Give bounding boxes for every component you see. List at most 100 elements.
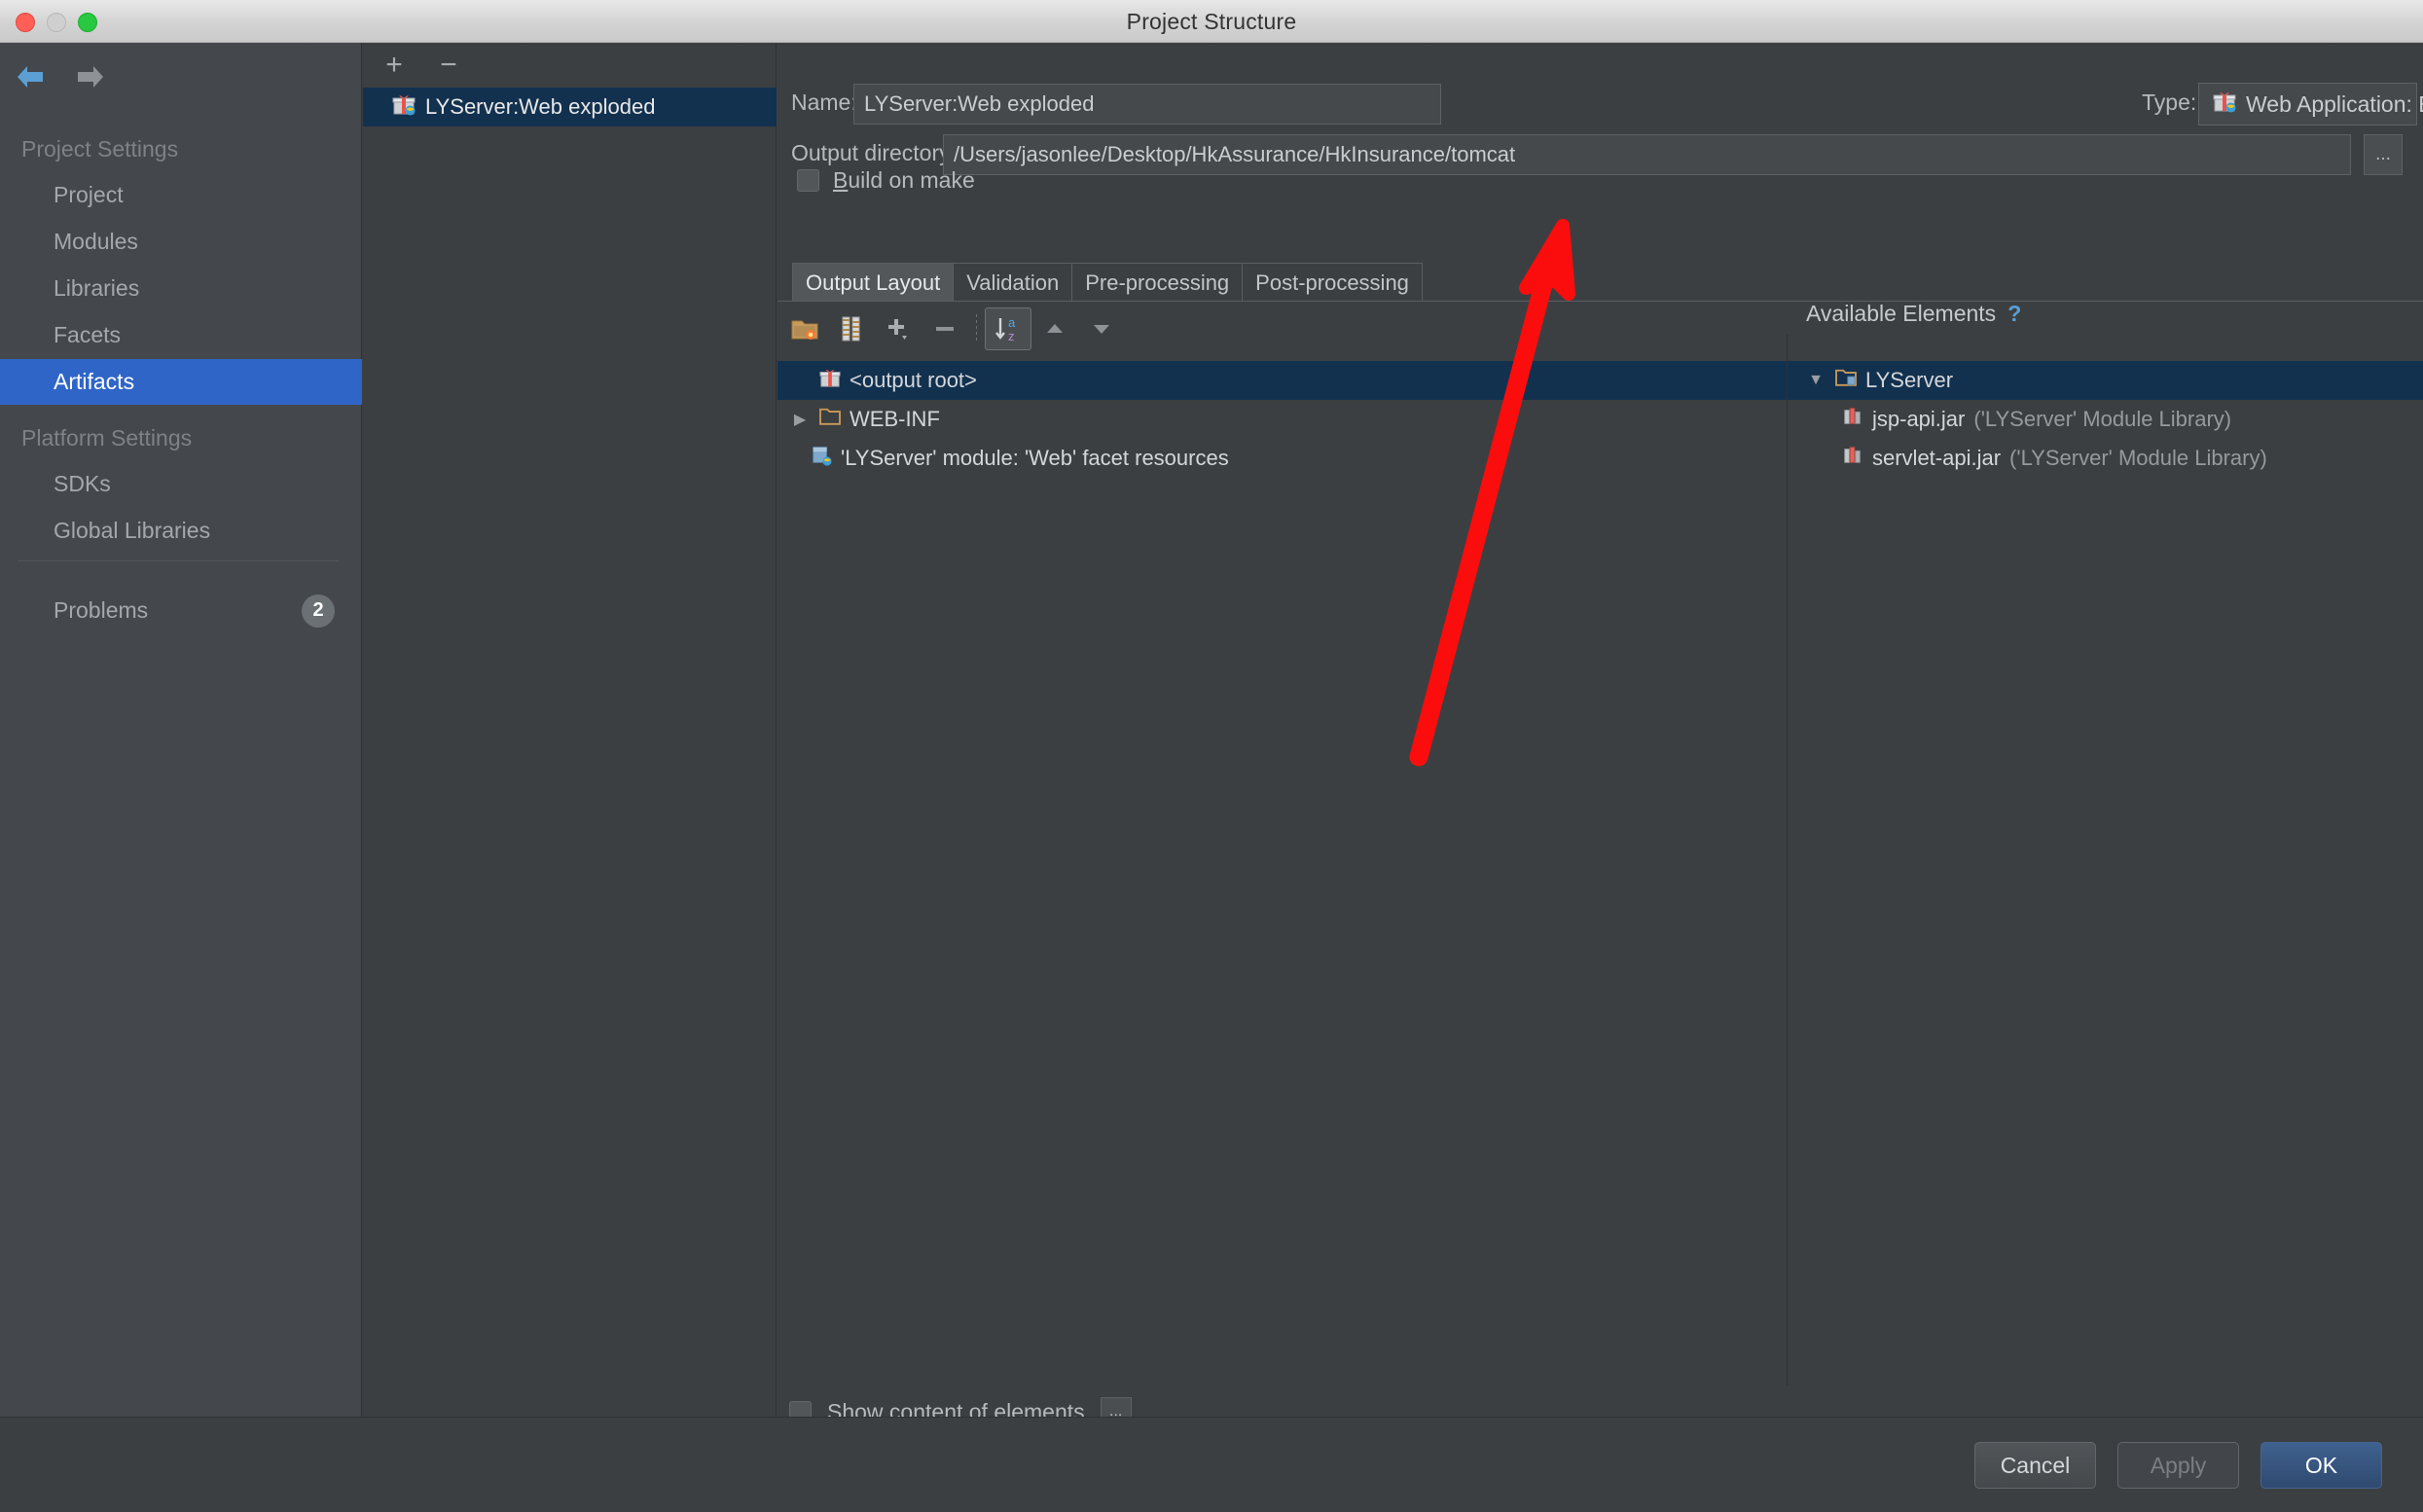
tree-label: servlet-api.jar — [1872, 446, 2002, 470]
navigation-arrows — [14, 62, 107, 91]
tab-post-processing[interactable]: Post-processing — [1242, 263, 1423, 302]
sidebar-item-sdks[interactable]: SDKs — [0, 461, 362, 507]
move-down-icon[interactable] — [1078, 307, 1125, 350]
sort-alphabetically-icon[interactable]: a z — [985, 307, 1031, 350]
sidebar-item-label: Project — [54, 182, 124, 207]
move-up-icon[interactable] — [1031, 307, 1078, 350]
sidebar-item-label: Modules — [54, 229, 138, 254]
tree-label-suffix: ('LYServer' Module Library) — [2009, 446, 2267, 470]
detail-tabs: Output Layout Validation Pre-processing … — [792, 263, 1423, 302]
library-jar-icon — [1842, 445, 1863, 472]
artifact-gift-icon — [819, 367, 841, 394]
cancel-button[interactable]: Cancel — [1974, 1442, 2096, 1489]
available-elements-header: Available Elements ? — [1806, 301, 2021, 327]
output-layout-toolbar: a z — [781, 307, 1125, 350]
browse-output-directory-button[interactable]: ... — [2364, 134, 2403, 175]
tree-row[interactable]: servlet-api.jar ('LYServer' Module Libra… — [1788, 439, 2423, 478]
svg-text:z: z — [1008, 329, 1015, 343]
window-titlebar: Project Structure — [0, 0, 2423, 43]
module-facet-icon — [811, 445, 832, 472]
tree-label-suffix: ('LYServer' Module Library) — [1973, 407, 2232, 431]
tree-label: LYServer — [1865, 368, 1954, 392]
expand-twisty-icon[interactable]: ▶ — [789, 410, 811, 429]
module-folder-icon — [1835, 368, 1857, 393]
artifact-type-select[interactable]: Web Application: Exploded ▼ — [2198, 83, 2423, 126]
window-title: Project Structure — [1126, 9, 1297, 34]
build-on-make-mnemonic: B — [833, 167, 849, 193]
tree-row[interactable]: 'LYServer' module: 'Web' facet resources — [778, 439, 1788, 478]
tree-label: 'LYServer' module: 'Web' facet resources — [841, 446, 1229, 470]
sidebar-item-label: Problems — [54, 597, 149, 623]
tree-label: WEB-INF — [850, 407, 940, 431]
project-structure-dialog: Project Structure Project Settings Proje… — [0, 0, 2423, 1512]
sidebar-item-facets[interactable]: Facets — [0, 312, 362, 358]
output-directory-label: Output directory: — [791, 140, 958, 165]
artifact-gift-icon — [392, 92, 416, 122]
type-row: Type: — [2142, 90, 2196, 116]
sidebar-item-artifacts[interactable]: Artifacts — [0, 359, 362, 405]
name-row: Name: — [791, 90, 857, 116]
artifacts-toolbar: + − — [363, 43, 777, 88]
output-directory-input[interactable]: /Users/jasonlee/Desktop/HkAssurance/HkIn… — [943, 134, 2351, 175]
artifacts-list-panel: + − LYServer:Web exploded — [363, 43, 777, 1417]
tree-row[interactable]: ▶ WEB-INF — [778, 400, 1788, 439]
ok-button[interactable]: OK — [2260, 1442, 2382, 1489]
sidebar-divider — [18, 560, 339, 561]
library-jar-icon — [1842, 406, 1863, 433]
artifact-name-input[interactable]: LYServer:Web exploded — [853, 84, 1441, 125]
sidebar-item-label: Artifacts — [54, 369, 135, 394]
tabs-underline — [778, 301, 2423, 302]
add-directory-icon[interactable] — [781, 307, 828, 350]
toolbar-separator — [976, 314, 977, 343]
tab-label: Post-processing — [1255, 270, 1409, 295]
add-artifact-button[interactable]: + — [380, 51, 408, 80]
apply-button[interactable]: Apply — [2117, 1442, 2239, 1489]
tree-label: jsp-api.jar — [1872, 407, 1966, 431]
tree-row[interactable]: <output root> — [778, 361, 1788, 400]
sidebar-item-problems[interactable]: Problems 2 — [0, 588, 362, 633]
artifact-label: LYServer:Web exploded — [425, 94, 656, 119]
tab-validation[interactable]: Validation — [953, 263, 1073, 302]
tab-label: Validation — [966, 270, 1060, 295]
build-on-make-row[interactable]: Build on make — [797, 167, 975, 194]
problems-count-badge: 2 — [302, 594, 335, 628]
sidebar-item-label: Facets — [54, 322, 122, 347]
tree-row[interactable]: jsp-api.jar ('LYServer' Module Library) — [1788, 400, 2423, 439]
remove-icon[interactable] — [922, 307, 968, 350]
available-elements-title: Available Elements — [1806, 301, 1997, 326]
output-directory-row: Output directory: — [791, 140, 957, 166]
artifact-gift-icon — [2213, 90, 2236, 119]
remove-artifact-button[interactable]: − — [435, 51, 462, 80]
sidebar-heading-platform-settings: Platform Settings — [21, 425, 193, 450]
add-copy-icon[interactable] — [875, 307, 922, 350]
tab-output-layout[interactable]: Output Layout — [792, 263, 955, 302]
tab-label: Output Layout — [806, 270, 941, 295]
sidebar-item-label: Global Libraries — [54, 518, 211, 543]
question-mark-icon[interactable]: ? — [2007, 301, 2021, 327]
tree-row[interactable]: ▼ LYServer — [1788, 361, 2423, 400]
settings-sidebar: Project Settings Project Modules Librari… — [0, 43, 362, 1512]
add-archive-icon[interactable] — [828, 307, 875, 350]
collapse-twisty-icon[interactable]: ▼ — [1805, 372, 1826, 389]
dialog-footer: Cancel Apply OK — [0, 1417, 2423, 1512]
layout-split-divider[interactable] — [1787, 335, 1788, 1386]
sidebar-item-modules[interactable]: Modules — [0, 219, 362, 265]
forward-arrow-icon[interactable] — [74, 62, 107, 91]
build-on-make-label: Build on make — [833, 167, 975, 194]
tree-label: <output root> — [850, 368, 977, 392]
sidebar-heading-project-settings: Project Settings — [21, 136, 179, 162]
back-arrow-icon[interactable] — [14, 62, 47, 91]
build-on-make-rest: uild on make — [848, 167, 975, 193]
sidebar-item-global-libraries[interactable]: Global Libraries — [0, 508, 362, 554]
sidebar-item-libraries[interactable]: Libraries — [0, 266, 362, 311]
name-label: Name: — [791, 90, 857, 115]
build-on-make-checkbox[interactable] — [797, 169, 819, 192]
sidebar-item-label: Libraries — [54, 275, 140, 301]
sidebar-item-project[interactable]: Project — [0, 172, 362, 218]
svg-text:a: a — [1008, 315, 1016, 330]
tab-pre-processing[interactable]: Pre-processing — [1071, 263, 1244, 302]
artifact-type-value: Web Application: Exploded — [2246, 90, 2423, 117]
list-item[interactable]: LYServer:Web exploded — [363, 88, 777, 126]
artifact-detail-pane: Name: LYServer:Web exploded Type: Web Ap… — [778, 43, 2423, 1426]
sidebar-item-label: SDKs — [54, 471, 111, 496]
